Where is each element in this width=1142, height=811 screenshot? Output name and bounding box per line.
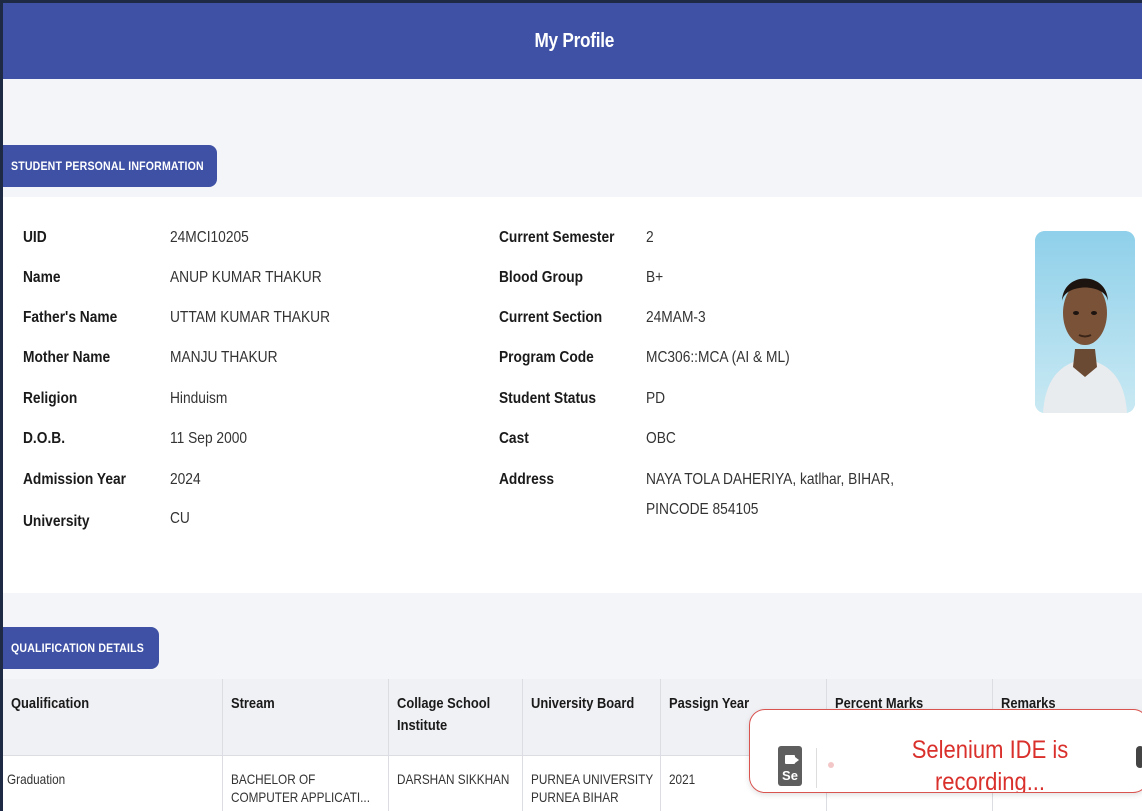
table-header-cell: Qualification bbox=[3, 679, 223, 755]
table-cell: BACHELOR OF COMPUTER APPLICATI... bbox=[223, 756, 389, 811]
student-photo bbox=[1035, 231, 1135, 413]
info-label: Mother Name bbox=[23, 349, 111, 366]
info-label: Current Section bbox=[499, 309, 603, 326]
cell-institute: DARSHAN SIKKHAN bbox=[397, 771, 510, 787]
table-header-cell: Stream bbox=[223, 679, 389, 755]
info-label: Blood Group bbox=[499, 269, 584, 286]
camera-icon bbox=[785, 755, 799, 764]
info-label: Name bbox=[23, 269, 61, 286]
info-label: Current Semester bbox=[499, 229, 615, 246]
table-cell: PURNEA UNIVERSITY PURNEA BIHAR bbox=[523, 756, 661, 811]
info-label: Father's Name bbox=[23, 309, 118, 326]
student-photo-image bbox=[1035, 231, 1135, 413]
info-value: CU bbox=[170, 510, 190, 527]
personal-info-tab[interactable]: STUDENT PERSONAL INFORMATION bbox=[3, 145, 217, 187]
qualification-section-band bbox=[3, 593, 1142, 679]
table-cell: Graduation bbox=[3, 756, 223, 811]
header-qualification: Qualification bbox=[11, 695, 90, 712]
toast-message-text: Selenium IDE is recording... bbox=[911, 736, 1069, 793]
info-label: D.O.B. bbox=[23, 430, 66, 447]
info-value: MC306::MCA (AI & ML) bbox=[646, 349, 790, 366]
toast-message: Selenium IDE is recording... bbox=[860, 734, 1120, 793]
info-label: University bbox=[23, 513, 90, 530]
header-collage-school-institute: Collage School Institute bbox=[397, 695, 491, 734]
info-label: Religion bbox=[23, 390, 78, 407]
info-value: 24MAM-3 bbox=[646, 309, 706, 326]
info-value: PD bbox=[646, 390, 666, 407]
page-header: My Profile bbox=[3, 3, 1142, 79]
info-value: 2024 bbox=[170, 471, 201, 488]
toast-drag-handle[interactable] bbox=[1136, 746, 1142, 768]
selenium-icon: Se bbox=[778, 746, 802, 786]
info-value: MANJU THAKUR bbox=[170, 349, 278, 366]
header-stream: Stream bbox=[231, 695, 275, 712]
info-value: OBC bbox=[646, 430, 676, 447]
selenium-recording-toast[interactable]: Se Selenium IDE is recording... bbox=[749, 709, 1142, 793]
qualification-tab[interactable]: QUALIFICATION DETAILS bbox=[3, 627, 159, 669]
table-header-cell: Collage School Institute bbox=[389, 679, 523, 755]
info-label: Admission Year bbox=[23, 471, 126, 488]
info-value: B+ bbox=[646, 269, 664, 286]
recording-dot-icon bbox=[828, 762, 834, 768]
info-label: Program Code bbox=[499, 349, 594, 366]
qualification-tab-label: QUALIFICATION DETAILS bbox=[11, 641, 144, 655]
cell-university-board: PURNEA UNIVERSITY PURNEA BIHAR bbox=[531, 771, 653, 805]
info-label: Student Status bbox=[499, 390, 597, 407]
info-label: Address bbox=[499, 471, 555, 488]
cell-qualification: Graduation bbox=[7, 771, 66, 787]
info-value: 11 Sep 2000 bbox=[170, 430, 248, 447]
info-label: UID bbox=[23, 229, 47, 246]
info-label: Cast bbox=[499, 430, 529, 447]
info-value: UTTAM KUMAR THAKUR bbox=[170, 309, 331, 326]
header-passign-year: Passign Year bbox=[669, 695, 750, 712]
toast-divider bbox=[816, 748, 817, 788]
info-value: Hinduism bbox=[170, 390, 228, 407]
personal-info-tab-label: STUDENT PERSONAL INFORMATION bbox=[11, 159, 204, 173]
table-cell: DARSHAN SIKKHAN bbox=[389, 756, 523, 811]
info-value: 24MCI10205 bbox=[170, 229, 249, 246]
cell-passign-year: 2021 bbox=[669, 771, 696, 787]
table-header-cell: University Board bbox=[523, 679, 661, 755]
address-line-2: PINCODE 854105 bbox=[646, 501, 759, 518]
page-title: My Profile bbox=[534, 29, 614, 52]
cell-stream: BACHELOR OF COMPUTER APPLICATI... bbox=[231, 771, 370, 805]
selenium-badge-text: Se bbox=[782, 768, 798, 783]
info-value: 2 bbox=[646, 229, 654, 246]
profile-page: My Profile STUDENT PERSONAL INFORMATION … bbox=[0, 0, 1142, 811]
info-value: ANUP KUMAR THAKUR bbox=[170, 269, 322, 286]
header-university-board: University Board bbox=[531, 695, 635, 712]
address-line-1: NAYA TOLA DAHERIYA, katlhar, BIHAR, bbox=[646, 471, 895, 488]
